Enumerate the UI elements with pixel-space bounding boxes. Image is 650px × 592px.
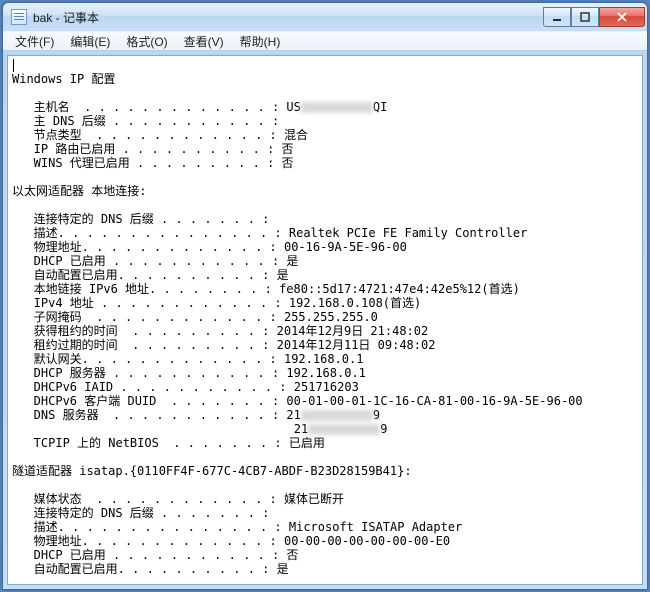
close-button[interactable] — [599, 7, 645, 27]
hostname-redacted — [301, 102, 373, 113]
adapter2-heading: 隧道适配器 isatap.{0110FF4F-677C-4CB7-ABDF-B2… — [12, 464, 412, 478]
a1-gateway-row: 默认网关. . . . . . . . . . . . . : 192.168.… — [12, 352, 363, 366]
a2-dns-row: 连接特定的 DNS 后缀 . . . . . . . : — [12, 506, 277, 520]
minimize-button[interactable] — [543, 7, 571, 27]
menu-file[interactable]: 文件(F) — [7, 32, 62, 51]
window-controls — [543, 7, 645, 27]
dns-suffix-row: 主 DNS 后缀 . . . . . . . . . . . : — [12, 114, 286, 128]
window-title: bak - 记事本 — [33, 9, 543, 26]
ipconfig-heading: Windows IP 配置 — [12, 72, 115, 86]
a2-media-row: 媒体状态 . . . . . . . . . . . . : 媒体已断开 — [12, 492, 344, 506]
menu-view[interactable]: 查看(V) — [176, 32, 232, 51]
a1-iaid-row: DHCPv6 IAID . . . . . . . . . . . : 2517… — [12, 380, 359, 394]
a1-phys-row: 物理地址. . . . . . . . . . . . . : 00-16-9A… — [12, 240, 407, 254]
a2-dhcp-row: DHCP 已启用 . . . . . . . . . . . : 否 — [12, 548, 298, 562]
a1-duid-row: DHCPv6 客户端 DUID . . . . . . . : 00-01-00… — [12, 394, 583, 408]
a1-dns2-row: 219 — [12, 422, 387, 436]
text-area[interactable]: Windows IP 配置 主机名 . . . . . . . . . . . … — [7, 55, 643, 585]
notepad-window: bak - 记事本 文件(F) 编辑(E) 格式(O) 查看(V) 帮助(H) … — [2, 2, 648, 590]
text-caret — [13, 59, 14, 72]
maximize-button[interactable] — [571, 7, 599, 27]
wins-proxy-row: WINS 代理已启用 . . . . . . . . . : 否 — [12, 156, 294, 170]
hostname-row: 主机名 . . . . . . . . . . . . . : USQI — [12, 100, 387, 114]
a2-desc-row: 描述. . . . . . . . . . . . . . . : Micros… — [12, 520, 462, 534]
a1-dhcp-server-row: DHCP 服务器 . . . . . . . . . . . : 192.168… — [12, 366, 366, 380]
a2-phys-row: 物理地址. . . . . . . . . . . . . : 00-00-00… — [12, 534, 450, 548]
notepad-icon — [11, 9, 27, 25]
a1-dns1-row: DNS 服务器 . . . . . . . . . . . : 219 — [12, 408, 380, 422]
a1-ipv4-row: IPv4 地址 . . . . . . . . . . . . : 192.16… — [12, 296, 421, 310]
a1-mask-row: 子网掩码 . . . . . . . . . . . . : 255.255.2… — [12, 310, 378, 324]
a1-lease-expires-row: 租约过期的时间 . . . . . . . . . : 2014年12月11日 … — [12, 338, 435, 352]
menubar: 文件(F) 编辑(E) 格式(O) 查看(V) 帮助(H) — [3, 31, 647, 51]
text-content: Windows IP 配置 主机名 . . . . . . . . . . . … — [8, 56, 642, 585]
a1-ipv6ll-row: 本地链接 IPv6 地址. . . . . . . . : fe80::5d17… — [12, 282, 520, 296]
titlebar[interactable]: bak - 记事本 — [3, 3, 647, 31]
ip-routing-row: IP 路由已启用 . . . . . . . . . . : 否 — [12, 142, 294, 156]
a1-desc-row: 描述. . . . . . . . . . . . . . . : Realte… — [12, 226, 527, 240]
node-type-row: 节点类型 . . . . . . . . . . . . : 混合 — [12, 128, 308, 142]
a1-auto-row: 自动配置已启用. . . . . . . . . . : 是 — [12, 268, 289, 282]
a1-dns-row: 连接特定的 DNS 后缀 . . . . . . . : — [12, 212, 277, 226]
menu-format[interactable]: 格式(O) — [118, 32, 175, 51]
menu-edit[interactable]: 编辑(E) — [62, 32, 118, 51]
adapter1-heading: 以太网适配器 本地连接: — [12, 184, 146, 198]
a2-auto-row: 自动配置已启用. . . . . . . . . . : 是 — [12, 562, 289, 576]
dns2-redacted — [308, 424, 380, 435]
menu-help[interactable]: 帮助(H) — [232, 32, 289, 51]
a1-lease-obtained-row: 获得租约的时间 . . . . . . . . . : 2014年12月9日 2… — [12, 324, 428, 338]
a1-dhcp-row: DHCP 已启用 . . . . . . . . . . . : 是 — [12, 254, 298, 268]
dns1-redacted — [301, 410, 373, 421]
a1-netbios-row: TCPIP 上的 NetBIOS . . . . . . . : 已启用 — [12, 436, 325, 450]
